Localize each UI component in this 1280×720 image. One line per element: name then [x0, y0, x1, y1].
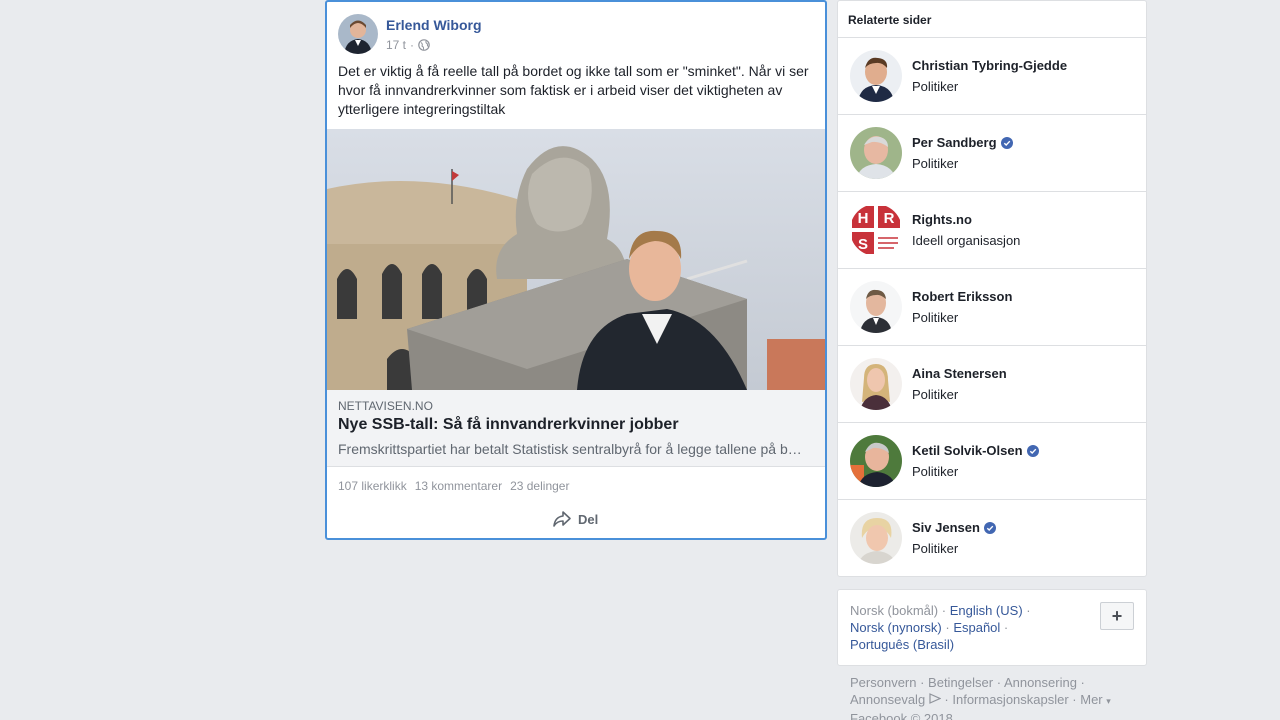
share-label: Del: [578, 511, 599, 527]
svg-text:H: H: [858, 210, 869, 227]
related-header: Relaterte sider: [838, 1, 1146, 38]
related-avatar[interactable]: [850, 50, 902, 102]
post-stats: 107 likerklikk 13 kommentarer 23 delinge…: [338, 479, 569, 493]
globe-icon: [418, 39, 430, 51]
related-subtitle: Politiker: [912, 387, 959, 402]
related-avatar[interactable]: [850, 281, 902, 333]
link-title[interactable]: Nye SSB-tall: Så få innvandrerkvinner jo…: [338, 416, 679, 434]
related-item[interactable]: Siv Jensen Politiker: [838, 500, 1146, 577]
post-text: Det er viktig å få reelle tall på bordet…: [338, 63, 809, 117]
related-item[interactable]: Christian Tybring-Gjedde Politiker: [838, 38, 1146, 115]
share-button[interactable]: Del: [552, 510, 598, 528]
footer-link[interactable]: Annonsevalg: [850, 692, 925, 707]
current-language: Norsk (bokmål): [850, 603, 939, 618]
footer-link[interactable]: Personvern: [850, 675, 916, 690]
more-languages-button[interactable]: +: [1100, 602, 1134, 630]
related-avatar[interactable]: [850, 435, 902, 487]
language-list: Norsk (bokmål) · English (US) · Norsk (n…: [850, 603, 1031, 652]
related-name[interactable]: Siv Jensen: [912, 520, 996, 535]
footer-links: Personvern · Betingelser · Annonsering ·…: [850, 674, 1140, 720]
verified-badge-icon: [983, 521, 996, 534]
footer-link[interactable]: Annonsering: [1004, 675, 1077, 690]
link-preview-image[interactable]: [327, 129, 825, 390]
related-name[interactable]: Rights.no: [912, 212, 972, 227]
meta-separator: ·: [410, 38, 415, 52]
post-time[interactable]: 17 t: [386, 38, 406, 52]
footer-link[interactable]: Betingelser: [928, 675, 993, 690]
related-name[interactable]: Ketil Solvik-Olsen: [912, 443, 1039, 458]
link-preview-info[interactable]: NETTAVISEN.NO Nye SSB-tall: Så få innvan…: [327, 390, 825, 467]
verified-badge-icon: [1000, 136, 1013, 149]
language-option[interactable]: Norsk (nynorsk): [850, 620, 942, 635]
post-meta: 17 t ·: [386, 38, 430, 52]
related-avatar[interactable]: HRS: [850, 204, 902, 256]
footer-link[interactable]: Informasjonskapsler: [952, 692, 1068, 707]
svg-text:R: R: [884, 210, 895, 227]
related-name[interactable]: Per Sandberg: [912, 135, 1013, 150]
author-name[interactable]: Erlend Wiborg: [386, 17, 482, 33]
language-selector: Norsk (bokmål) · English (US) · Norsk (n…: [837, 589, 1147, 666]
link-description: Fremskrittspartiet har betalt Statistisk…: [338, 441, 808, 457]
related-item[interactable]: HRS Rights.no Ideell organisasjon: [838, 192, 1146, 269]
related-item[interactable]: Per Sandberg Politiker: [838, 115, 1146, 192]
related-item[interactable]: Aina Stenersen Politiker: [838, 346, 1146, 423]
comments-count[interactable]: 13 kommentarer: [415, 479, 502, 493]
related-avatar[interactable]: [850, 358, 902, 410]
related-item[interactable]: Robert Eriksson Politiker: [838, 269, 1146, 346]
related-subtitle: Politiker: [912, 541, 959, 556]
share-icon: [553, 511, 571, 527]
related-subtitle: Politiker: [912, 464, 959, 479]
author-avatar[interactable]: [338, 14, 378, 54]
shares-count[interactable]: 23 delinger: [510, 479, 569, 493]
language-option[interactable]: English (US): [950, 603, 1023, 618]
related-avatar[interactable]: [850, 127, 902, 179]
post-header: Erlend Wiborg 17 t ·: [338, 14, 798, 56]
likes-count[interactable]: 107 likerklikk: [338, 479, 407, 493]
copyright: Facebook © 2018: [850, 711, 953, 720]
related-name[interactable]: Aina Stenersen: [912, 366, 1007, 381]
post-card: Erlend Wiborg 17 t · Det er viktig å få …: [325, 0, 827, 540]
related-name[interactable]: Christian Tybring-Gjedde: [912, 58, 1067, 73]
related-pages: Relaterte sider Christian Tybring-Gjedde…: [837, 0, 1147, 577]
caret-down-icon[interactable]: ▾: [1106, 696, 1111, 706]
related-subtitle: Ideell organisasjon: [912, 233, 1021, 248]
related-avatar[interactable]: [850, 512, 902, 564]
related-name[interactable]: Robert Eriksson: [912, 289, 1012, 304]
related-item[interactable]: Ketil Solvik-Olsen Politiker: [838, 423, 1146, 500]
svg-text:S: S: [858, 236, 868, 253]
related-subtitle: Politiker: [912, 310, 959, 325]
link-domain: NETTAVISEN.NO: [338, 399, 433, 413]
language-option[interactable]: Português (Brasil): [850, 637, 954, 652]
related-subtitle: Politiker: [912, 79, 959, 94]
footer-link[interactable]: Mer: [1080, 692, 1102, 707]
related-subtitle: Politiker: [912, 156, 959, 171]
language-option[interactable]: Español: [953, 620, 1000, 635]
verified-badge-icon: [1026, 444, 1039, 457]
adchoices-icon: [929, 693, 942, 704]
